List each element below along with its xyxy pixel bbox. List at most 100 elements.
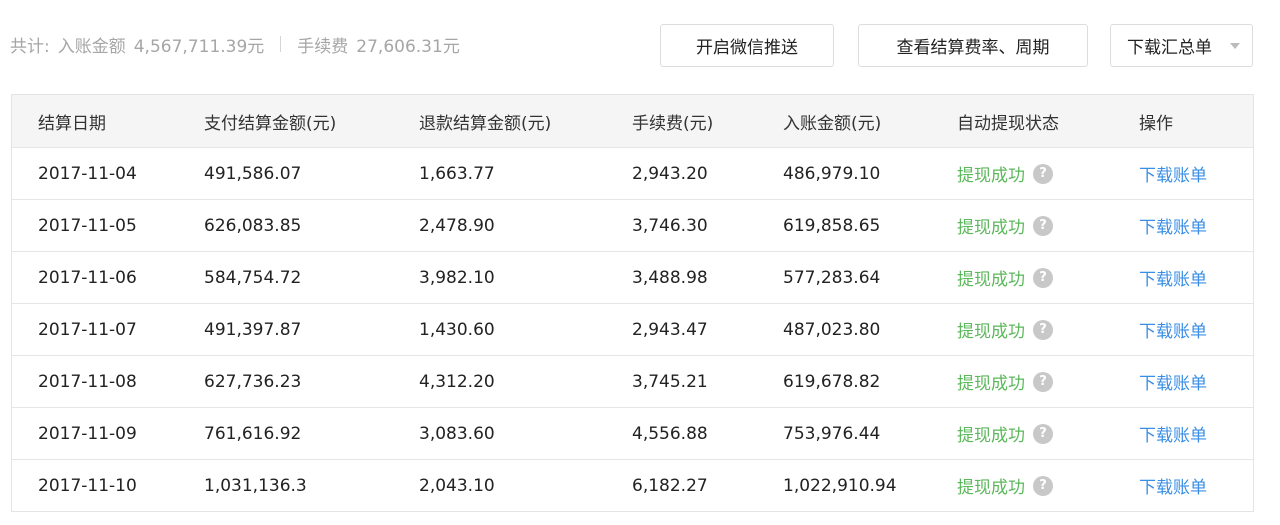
table-body: 2017-11-04 491,586.07 1,663.77 2,943.20 486,… <box>12 147 1253 511</box>
status-badge: 提现成功? <box>957 213 1053 238</box>
cell-action: 下载账单 <box>1139 421 1249 446</box>
cell-fee: 2,943.20 <box>632 163 708 184</box>
download-bill-link[interactable]: 下载账单 <box>1139 426 1207 446</box>
cell-fee: 3,746.30 <box>632 215 708 236</box>
cell-date: 2017-11-05 <box>38 215 137 236</box>
table-row: 2017-11-08 627,736.23 4,312.20 3,745.21 619,… <box>12 355 1253 407</box>
table-row: 2017-11-04 491,586.07 1,663.77 2,943.20 486,… <box>12 147 1253 199</box>
cell-pay-amount: 626,083.85 <box>204 215 302 236</box>
cell-withdraw-status: 提现成功? <box>957 369 1139 394</box>
cell-refund-amount: 3,083.60 <box>419 423 495 444</box>
download-bill-link[interactable]: 下载账单 <box>1139 374 1207 394</box>
summary-fee-value: 27,606.31元 <box>356 36 460 57</box>
cell-refund-amount: 1,663.77 <box>419 163 495 184</box>
cell-action: 下载账单 <box>1139 265 1249 290</box>
summary-fee-label: 手续费 <box>297 36 349 57</box>
status-text: 提现成功 <box>957 374 1025 394</box>
download-bill-link[interactable]: 下载账单 <box>1139 322 1207 342</box>
cell-pay-amount: 627,736.23 <box>204 371 302 392</box>
cell-refund-amount: 2,478.90 <box>419 215 495 236</box>
cell-date: 2017-11-06 <box>38 267 137 288</box>
cell-income: 486,979.10 <box>783 163 881 184</box>
cell-income: 619,858.65 <box>783 215 881 236</box>
cell-income: 487,023.80 <box>783 319 881 340</box>
cell-pay-amount: 491,397.87 <box>204 319 302 340</box>
status-text: 提现成功 <box>957 426 1025 446</box>
table-row: 2017-11-06 584,754.72 3,982.10 3,488.98 577,… <box>12 251 1253 303</box>
cell-fee: 3,745.21 <box>632 371 708 392</box>
table-row: 2017-11-09 761,616.92 3,083.60 4,556.88 753,… <box>12 407 1253 459</box>
column-header-refund-amount: 退款结算金额(元) <box>419 113 552 134</box>
cell-date: 2017-11-04 <box>38 163 137 184</box>
help-icon[interactable]: ? <box>1033 267 1053 288</box>
cell-date: 2017-11-07 <box>38 319 137 340</box>
status-badge: 提现成功? <box>957 369 1053 394</box>
column-header-withdraw-status: 自动提现状态 <box>957 113 1059 134</box>
cell-pay-amount: 584,754.72 <box>204 267 302 288</box>
help-icon[interactable]: ? <box>1033 423 1053 444</box>
cell-pay-amount: 491,586.07 <box>204 163 302 184</box>
help-icon[interactable]: ? <box>1033 163 1053 184</box>
status-badge: 提现成功? <box>957 421 1053 446</box>
cell-withdraw-status: 提现成功? <box>957 317 1139 342</box>
cell-fee: 2,943.47 <box>632 319 708 340</box>
download-bill-link[interactable]: 下载账单 <box>1139 218 1207 238</box>
cell-action: 下载账单 <box>1139 473 1249 498</box>
status-badge: 提现成功? <box>957 317 1053 342</box>
download-summary-dropdown[interactable]: 下载汇总单 <box>1110 24 1253 67</box>
status-text: 提现成功 <box>957 218 1025 238</box>
table-header: 结算日期 支付结算金额(元) 退款结算金额(元) 手续费(元) 入账金额(元) … <box>12 95 1253 147</box>
column-header-income: 入账金额(元) <box>783 113 882 134</box>
download-bill-link[interactable]: 下载账单 <box>1139 478 1207 498</box>
cell-withdraw-status: 提现成功? <box>957 265 1139 290</box>
table-row: 2017-11-10 1,031,136.3 2,043.10 6,182.27 1,0… <box>12 459 1253 511</box>
cell-income: 577,283.64 <box>783 267 881 288</box>
summary-income-value: 4,567,711.39元 <box>133 36 265 57</box>
cell-date: 2017-11-10 <box>38 475 137 496</box>
cell-withdraw-status: 提现成功? <box>957 421 1139 446</box>
summary-divider <box>280 36 282 52</box>
status-badge: 提现成功? <box>957 161 1053 186</box>
cell-pay-amount: 1,031,136.3 <box>204 475 307 496</box>
settlement-table: 结算日期 支付结算金额(元) 退款结算金额(元) 手续费(元) 入账金额(元) … <box>11 94 1254 512</box>
table-row: 2017-11-07 491,397.87 1,430.60 2,943.47 487,… <box>12 303 1253 355</box>
cell-fee: 6,182.27 <box>632 475 708 496</box>
summary-total-label: 共计: <box>10 36 50 57</box>
help-icon[interactable]: ? <box>1033 371 1053 392</box>
cell-action: 下载账单 <box>1139 213 1249 238</box>
help-icon[interactable]: ? <box>1033 215 1053 236</box>
cell-withdraw-status: 提现成功? <box>957 213 1139 238</box>
cell-income: 753,976.44 <box>783 423 881 444</box>
cell-fee: 3,488.98 <box>632 267 708 288</box>
cell-withdraw-status: 提现成功? <box>957 473 1139 498</box>
cell-refund-amount: 2,043.10 <box>419 475 495 496</box>
summary-income-label: 入账金额 <box>57 36 126 57</box>
column-header-date: 结算日期 <box>38 113 106 134</box>
cell-pay-amount: 761,616.92 <box>204 423 302 444</box>
cell-income: 619,678.82 <box>783 371 881 392</box>
status-text: 提现成功 <box>957 270 1025 290</box>
cell-action: 下载账单 <box>1139 317 1249 342</box>
download-summary-label: 下载汇总单 <box>1127 38 1212 58</box>
cell-fee: 4,556.88 <box>632 423 708 444</box>
column-header-pay-amount: 支付结算金额(元) <box>204 113 337 134</box>
status-text: 提现成功 <box>957 478 1025 498</box>
cell-action: 下载账单 <box>1139 369 1249 394</box>
status-badge: 提现成功? <box>957 265 1053 290</box>
status-text: 提现成功 <box>957 322 1025 342</box>
download-bill-link[interactable]: 下载账单 <box>1139 166 1207 186</box>
cell-date: 2017-11-08 <box>38 371 137 392</box>
status-text: 提现成功 <box>957 166 1025 186</box>
cell-action: 下载账单 <box>1139 161 1249 186</box>
cell-refund-amount: 4,312.20 <box>419 371 495 392</box>
help-icon[interactable]: ? <box>1033 475 1053 496</box>
help-icon[interactable]: ? <box>1033 319 1053 340</box>
cell-date: 2017-11-09 <box>38 423 137 444</box>
cell-income: 1,022,910.94 <box>783 475 897 496</box>
download-bill-link[interactable]: 下载账单 <box>1139 270 1207 290</box>
status-badge: 提现成功? <box>957 473 1053 498</box>
cell-refund-amount: 3,982.10 <box>419 267 495 288</box>
view-rate-period-button[interactable]: 查看结算费率、周期 <box>858 24 1088 67</box>
column-header-fee: 手续费(元) <box>632 113 714 134</box>
wechat-push-button[interactable]: 开启微信推送 <box>660 24 834 67</box>
